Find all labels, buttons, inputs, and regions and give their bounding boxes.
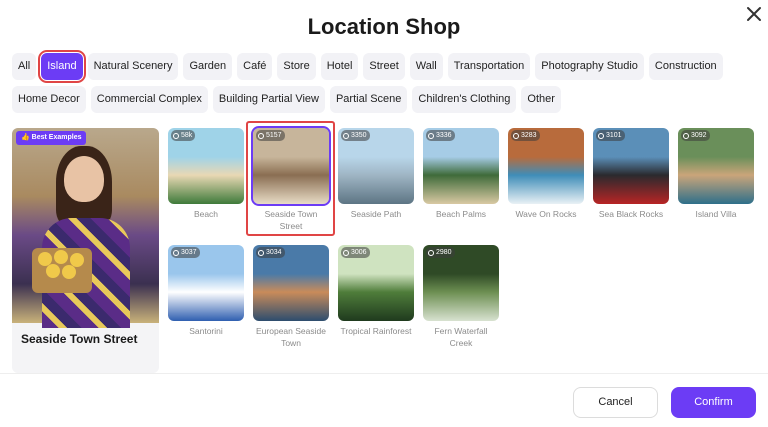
chip-natural-scenery[interactable]: Natural Scenery (87, 53, 179, 80)
usage-count: 3336 (436, 132, 452, 139)
location-thumbnail[interactable]: 3092 (678, 128, 754, 204)
cancel-button[interactable]: Cancel (573, 387, 658, 418)
location-card-european-seaside-town[interactable]: 3034 European Seaside Town (253, 245, 329, 349)
usage-count: 3092 (691, 132, 707, 139)
chip-construction[interactable]: Construction (648, 53, 723, 80)
location-name: Fern Waterfall Creek (434, 326, 488, 348)
location-thumbnail[interactable]: 2980 (423, 245, 499, 321)
chip-wall[interactable]: Wall (409, 53, 443, 80)
chip-transportation[interactable]: Transportation (447, 53, 531, 80)
usage-icon (258, 249, 264, 256)
chip-island[interactable]: Island (38, 50, 86, 83)
location-thumbnail[interactable]: 58k (168, 128, 244, 204)
location-card-beach-palms[interactable]: 3336 Beach Palms (423, 128, 499, 220)
usage-icon (428, 249, 434, 256)
location-name: Tropical Rainforest (340, 326, 412, 336)
usage-count-badge: 5157 (256, 130, 285, 141)
location-name: Island Villa (695, 209, 737, 219)
confirm-button[interactable]: Confirm (671, 387, 756, 418)
usage-count: 3034 (266, 249, 282, 256)
usage-count: 3037 (181, 249, 197, 256)
page-title: Location Shop (307, 14, 461, 39)
location-card-santorini[interactable]: 3037 Santorini (168, 245, 244, 337)
usage-icon (513, 132, 519, 139)
example-label: Seaside Town Street (21, 332, 138, 346)
chip-commercial-complex[interactable]: Commercial Complex (90, 86, 208, 113)
usage-icon (343, 249, 349, 256)
location-thumbnail[interactable]: 3006 (338, 245, 414, 321)
chip-garden[interactable]: Garden (183, 53, 233, 80)
location-card-wave-on-rocks[interactable]: 3283 Wave On Rocks (508, 128, 584, 220)
location-card-island-villa[interactable]: 3092 Island Villa (678, 128, 754, 220)
usage-count-badge: 3037 (171, 247, 200, 258)
usage-count-badge: 3350 (341, 130, 370, 141)
usage-icon (683, 132, 689, 139)
usage-count-badge: 2980 (426, 247, 455, 258)
location-thumbnail[interactable]: 3350 (338, 128, 414, 204)
usage-icon (173, 132, 179, 139)
location-thumbnail[interactable]: 3283 (508, 128, 584, 204)
chip-street[interactable]: Street (363, 53, 405, 80)
close-icon[interactable] (744, 4, 764, 24)
usage-count: 58k (181, 132, 193, 139)
chip-other[interactable]: Other (521, 86, 561, 113)
category-chips-row-1: All Island Natural Scenery Garden Café Store H… (12, 50, 760, 83)
usage-count-badge: 3006 (341, 247, 370, 258)
location-name: Beach (193, 209, 219, 219)
usage-icon (343, 132, 349, 139)
chip-photography-studio[interactable]: Photography Studio (535, 53, 644, 80)
usage-count: 3283 (521, 132, 537, 139)
usage-count-badge: 3092 (681, 130, 710, 141)
location-name: Wave On Rocks (515, 209, 577, 219)
usage-count-badge: 3101 (596, 130, 625, 141)
best-examples-badge: 👍 Best Examples (16, 131, 87, 145)
chip-store[interactable]: Store (277, 53, 316, 80)
location-card-seaside-path[interactable]: 3350 Seaside Path (338, 128, 414, 220)
usage-count-badge: 3336 (426, 130, 455, 141)
usage-count: 3006 (351, 249, 367, 256)
location-card-beach[interactable]: 58k Beach (168, 128, 244, 220)
best-example-panel: 👍 Best Examples Seaside Town Street (12, 128, 159, 373)
best-examples-label: Best Examples (31, 134, 82, 141)
location-name: Seaside Town Street (264, 209, 318, 231)
category-chips-row-2: Home Decor Commercial Complex Building Par… (12, 86, 760, 113)
example-image (12, 128, 159, 328)
footer-divider (0, 373, 768, 374)
usage-count: 5157 (266, 132, 282, 139)
location-thumbnail[interactable]: 3034 (253, 245, 329, 321)
thumbs-up-icon: 👍 (21, 134, 30, 141)
chip-children-s-clothing[interactable]: Children's Clothing (412, 86, 517, 113)
chip-home-decor[interactable]: Home Decor (12, 86, 86, 113)
usage-icon (173, 249, 179, 256)
location-thumbnail[interactable]: 3101 (593, 128, 669, 204)
chip-hotel[interactable]: Hotel (320, 53, 359, 80)
chip-caf[interactable]: Café (237, 53, 273, 80)
chip-partial-scene[interactable]: Partial Scene (329, 86, 408, 113)
usage-count-badge: 3034 (256, 247, 285, 258)
usage-count: 3350 (351, 132, 367, 139)
location-name: Santorini (189, 326, 223, 336)
location-card-sea-black-rocks[interactable]: 3101 Sea Black Rocks (593, 128, 669, 220)
location-card-fern-waterfall-creek[interactable]: 2980 Fern Waterfall Creek (423, 245, 499, 349)
location-card-tropical-rainforest[interactable]: 3006 Tropical Rainforest (338, 245, 414, 337)
chip-building-partial-view[interactable]: Building Partial View (212, 86, 325, 113)
usage-count-badge: 58k (171, 130, 196, 141)
usage-icon (428, 132, 434, 139)
location-thumbnail[interactable]: 5157 (251, 126, 331, 206)
location-name: European Seaside Town (256, 326, 326, 348)
usage-count: 2980 (436, 249, 452, 256)
location-name: Beach Palms (435, 209, 487, 219)
usage-icon (258, 132, 264, 139)
usage-count: 3101 (606, 132, 622, 139)
location-card-seaside-town-street[interactable]: 5157 Seaside Town Street (251, 126, 331, 232)
location-thumbnail[interactable]: 3037 (168, 245, 244, 321)
location-thumbnail[interactable]: 3336 (423, 128, 499, 204)
chip-all[interactable]: All (12, 53, 37, 80)
location-name: Seaside Path (350, 209, 402, 219)
location-name: Sea Black Rocks (598, 209, 664, 219)
usage-count-badge: 3283 (511, 130, 540, 141)
usage-icon (598, 132, 604, 139)
